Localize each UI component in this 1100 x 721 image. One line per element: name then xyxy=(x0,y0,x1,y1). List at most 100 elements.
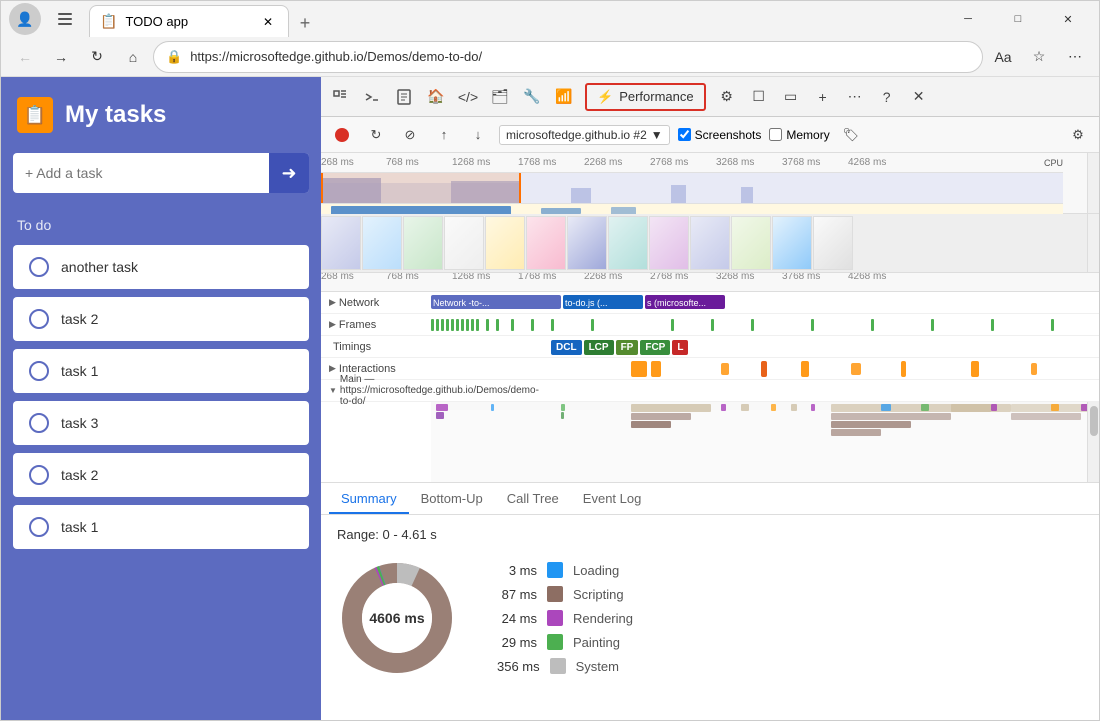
task-text: task 3 xyxy=(61,415,98,431)
svg-text:to-do.js (...: to-do.js (... xyxy=(565,298,608,308)
add-tool[interactable]: + xyxy=(808,82,838,112)
tab-summary[interactable]: Summary xyxy=(329,485,409,514)
screenshots-checkbox[interactable]: Screenshots xyxy=(678,128,762,142)
favorites-button[interactable]: ☆ xyxy=(1023,41,1055,73)
maximize-button[interactable]: □ xyxy=(995,3,1041,35)
add-task-button[interactable]: ➜ xyxy=(269,153,309,193)
timeline-main-scrollbar[interactable] xyxy=(1087,402,1099,482)
security-tool[interactable]: 🔧 xyxy=(517,82,547,112)
timeline-scrollbar[interactable] xyxy=(1087,153,1099,213)
url-text: https://microsoftedge.github.io/Demos/de… xyxy=(190,49,482,64)
screenshots-checkbox-input[interactable] xyxy=(678,128,691,141)
legend-item-rendering: 24 ms Rendering xyxy=(497,610,633,626)
record-indicator xyxy=(335,128,349,142)
fcp-badge: FCP xyxy=(640,340,670,355)
memory-checkbox[interactable]: Memory xyxy=(769,128,829,142)
task-checkbox[interactable] xyxy=(29,517,49,537)
memory-checkbox-input[interactable] xyxy=(769,128,782,141)
interactions-expand-icon[interactable]: ▶ xyxy=(329,363,336,374)
back-button[interactable]: ← xyxy=(9,41,41,73)
ruler-mark: 268 ms xyxy=(321,157,354,168)
dcl-badge: DCL xyxy=(551,340,582,355)
task-checkbox[interactable] xyxy=(29,465,49,485)
tab-call-tree[interactable]: Call Tree xyxy=(495,485,571,514)
screenshot-thumb xyxy=(690,216,730,270)
help-icon[interactable]: ? xyxy=(872,82,902,112)
forward-button[interactable]: → xyxy=(45,41,77,73)
sources-tool[interactable] xyxy=(389,82,419,112)
network-row-label: Network xyxy=(339,297,379,309)
settings-devtools[interactable]: ⚙ xyxy=(712,82,742,112)
clear-button[interactable]: ⊘ xyxy=(397,122,423,148)
summary-panel: Range: 0 - 4.61 s xyxy=(321,515,1099,720)
screenshot-thumb xyxy=(731,216,771,270)
task-checkbox[interactable] xyxy=(29,257,49,277)
console-tool[interactable] xyxy=(357,82,387,112)
reload-button[interactable]: ↻ xyxy=(81,41,113,73)
list-item[interactable]: another task xyxy=(13,245,309,289)
task-checkbox[interactable] xyxy=(29,309,49,329)
network-tool[interactable]: 🏠 xyxy=(421,82,451,112)
close-devtools-button[interactable]: ✕ xyxy=(904,82,934,112)
loading-ms: 3 ms xyxy=(497,563,537,578)
list-item[interactable]: task 1 xyxy=(13,505,309,549)
capture-screenshot-button[interactable]: 🏷 xyxy=(838,122,864,148)
new-tab-button[interactable]: + xyxy=(289,9,321,37)
scrollbar-thumb[interactable] xyxy=(1090,406,1098,436)
tab-close-button[interactable]: ✕ xyxy=(258,12,278,32)
tab-bottom-up[interactable]: Bottom-Up xyxy=(409,485,495,514)
task-text: task 2 xyxy=(61,467,98,483)
active-tab[interactable]: 📋 TODO app ✕ xyxy=(89,5,289,37)
sidebar-toggle[interactable] xyxy=(49,3,81,35)
frames-expand-icon[interactable]: ▶ xyxy=(329,319,336,330)
close-button[interactable]: ✕ xyxy=(1045,3,1091,35)
scripting-label: Scripting xyxy=(573,587,624,602)
add-task-input[interactable] xyxy=(13,155,269,191)
screenshot-thumb xyxy=(772,216,812,270)
ruler-mark: 768 ms xyxy=(386,157,419,168)
profile-icon[interactable]: 👤 xyxy=(9,3,41,35)
more-tools[interactable]: ⋯ xyxy=(840,82,870,112)
task-text: task 1 xyxy=(61,363,98,379)
tab-event-log[interactable]: Event Log xyxy=(571,485,654,514)
screenshot-thumb xyxy=(485,216,525,270)
home-button[interactable]: ⌂ xyxy=(117,41,149,73)
performance-tab-button[interactable]: ⚡ Performance xyxy=(585,83,706,111)
lock-icon: 🔒 xyxy=(166,49,182,65)
reload-profile-button[interactable]: ↻ xyxy=(363,122,389,148)
record-button[interactable] xyxy=(329,122,355,148)
fp-badge: FP xyxy=(616,340,639,355)
task-checkbox[interactable] xyxy=(29,361,49,381)
list-item[interactable]: task 2 xyxy=(13,297,309,341)
list-item[interactable]: task 1 xyxy=(13,349,309,393)
performance-icon: ⚡ xyxy=(597,89,613,105)
more-button[interactable]: ⋯ xyxy=(1059,41,1091,73)
url-selector-text: microsoftedge.github.io #2 xyxy=(506,128,647,142)
task-checkbox[interactable] xyxy=(29,413,49,433)
application-tool[interactable]: 🗂 xyxy=(485,82,515,112)
read-aloud-button[interactable]: Aa xyxy=(987,41,1019,73)
minimize-button[interactable]: ─ xyxy=(945,3,991,35)
list-item[interactable]: task 3 xyxy=(13,401,309,445)
main-expand-icon[interactable]: ▼ xyxy=(329,386,337,395)
video-tool[interactable]: ▭ xyxy=(776,82,806,112)
upload-button[interactable]: ↑ xyxy=(431,122,457,148)
network-expand-icon[interactable]: ▶ xyxy=(329,297,336,308)
title-bar: 👤 📋 TODO app ✕ + ─ □ ✕ xyxy=(1,1,1099,37)
ruler-mark: 2268 ms xyxy=(584,157,622,168)
add-task-row: ➜ xyxy=(13,153,309,193)
memory-tool[interactable]: ☐ xyxy=(744,82,774,112)
frames-row-label: Frames xyxy=(339,319,376,331)
download-button[interactable]: ↓ xyxy=(465,122,491,148)
inspect-tool[interactable] xyxy=(325,82,355,112)
tab-icon: 📋 xyxy=(100,13,117,30)
performance-settings-button[interactable]: ⚙ xyxy=(1065,122,1091,148)
timeline-scrollbar-2[interactable] xyxy=(1087,214,1099,272)
html-tool[interactable]: </> xyxy=(453,82,483,112)
devtools-icon-bar: 🏠 </> 🗂 🔧 📶 ⚡ Performance ⚙ ☐ ▭ + ⋯ ? ✕ xyxy=(321,77,1099,117)
wifi-tool[interactable]: 📶 xyxy=(549,82,579,112)
url-selector[interactable]: microsoftedge.github.io #2 ▼ xyxy=(499,125,670,145)
list-item[interactable]: task 2 xyxy=(13,453,309,497)
donut-total-label: 4606 ms xyxy=(369,610,424,626)
address-bar[interactable]: 🔒 https://microsoftedge.github.io/Demos/… xyxy=(153,41,983,73)
